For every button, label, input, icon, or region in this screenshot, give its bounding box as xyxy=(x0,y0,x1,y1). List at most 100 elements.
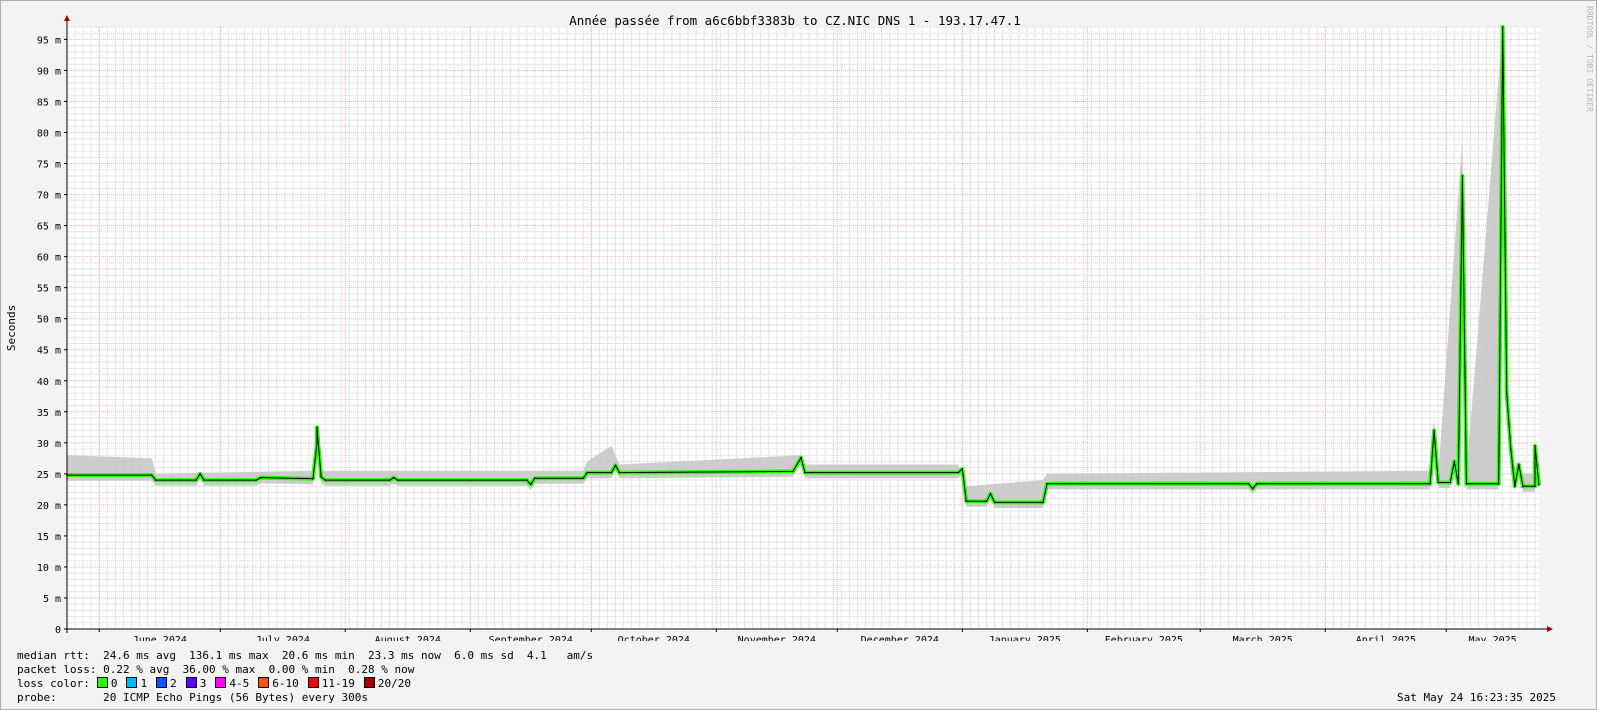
y-tick-label: 45 m xyxy=(37,346,61,357)
x-month-label: July 2024 xyxy=(256,635,310,641)
y-tick-label: 5 m xyxy=(43,594,61,605)
loss-color-swatch-label: 1 xyxy=(140,677,148,690)
median-point xyxy=(1518,463,1520,466)
median-rtt-stats: median rtt: 24.6 ms avg 136.1 ms max 20.… xyxy=(17,649,594,662)
x-month-label: November 2024 xyxy=(738,635,816,641)
rrdtool-watermark: RRDTOOL / TOBI OETIKER xyxy=(1585,6,1594,112)
median-point xyxy=(195,479,197,481)
median-point xyxy=(965,500,968,503)
x-month-label: February 2025 xyxy=(1105,635,1183,641)
median-point xyxy=(1497,483,1500,485)
median-point xyxy=(312,478,314,480)
x-month-label: December 2024 xyxy=(861,635,939,641)
loss-color-swatch xyxy=(363,677,375,688)
x-month-label: April 2025 xyxy=(1356,635,1416,641)
median-point xyxy=(1514,485,1516,488)
y-tick-label: 25 m xyxy=(37,470,61,481)
y-axis-arrow xyxy=(64,15,70,21)
median-point xyxy=(324,479,326,481)
loss-color-swatch-label: 6-10 xyxy=(272,677,299,690)
median-point xyxy=(1042,501,1044,504)
x-month-label: March 2025 xyxy=(1233,635,1293,641)
y-tick-label: 75 m xyxy=(37,160,61,171)
median-point xyxy=(203,479,205,481)
x-month-label: May 2025 xyxy=(1469,635,1517,641)
x-axis-month-labels: June 2024 July 2024 August 2024 September 2… xyxy=(133,635,1517,641)
y-tick-label: 60 m xyxy=(37,253,61,264)
loss-color-swatch xyxy=(215,677,227,688)
median-point xyxy=(392,476,395,479)
median-point xyxy=(586,471,588,474)
y-tick-label: 65 m xyxy=(37,222,61,233)
loss-color-swatch xyxy=(96,677,108,688)
median-point xyxy=(154,479,157,481)
median-point xyxy=(582,477,584,480)
median-point xyxy=(985,500,988,503)
loss-color-swatch xyxy=(156,677,168,688)
y-tick-label: 0 xyxy=(55,625,61,636)
smokeping-graph: 0 5 m 10 m 15 m 20 m 25 m 30 m 35 m 40 m 45 m 50 m… xyxy=(0,0,1597,710)
median-point xyxy=(199,473,201,475)
probe-info: probe: 20 ICMP Echo Pings (56 Bytes) eve… xyxy=(17,691,368,704)
median-point xyxy=(610,471,613,474)
y-tick-label: 40 m xyxy=(37,377,61,388)
y-tick-label: 55 m xyxy=(37,284,61,295)
loss-color-label: loss color: xyxy=(17,677,90,690)
median-point xyxy=(1534,485,1536,488)
y-axis-tick-labels: 0 5 m 10 m 15 m 20 m 25 m 30 m 35 m 40 m 45 m 50 m… xyxy=(37,35,61,636)
x-month-label: October 2024 xyxy=(618,635,690,641)
y-axis-label: Seconds xyxy=(5,305,18,351)
median-point xyxy=(989,492,992,495)
x-month-label: January 2025 xyxy=(989,635,1061,641)
median-point xyxy=(1510,448,1512,450)
median-point xyxy=(1433,429,1435,432)
median-point xyxy=(396,479,399,481)
y-tick-label: 70 m xyxy=(37,191,61,202)
median-point xyxy=(1501,26,1504,28)
median-point xyxy=(255,479,258,481)
loss-color-swatch xyxy=(307,677,319,688)
loss-color-swatch-label: 11-19 xyxy=(321,677,355,690)
loss-color-items: 0 1 2 3 4-5 6-10 11-19 20/20 xyxy=(90,677,413,690)
median-point xyxy=(1465,483,1468,485)
x-month-label: August 2024 xyxy=(375,635,441,641)
loss-color-swatch-label: 3 xyxy=(199,677,207,690)
loss-color-swatch xyxy=(185,677,197,688)
chart-title: Année passée from a6c6bbf3383b to CZ.NIC… xyxy=(569,13,1021,28)
y-tick-label: 90 m xyxy=(37,66,61,77)
median-point xyxy=(1251,487,1254,490)
median-point xyxy=(530,483,532,486)
y-tick-label: 85 m xyxy=(37,97,61,108)
x-axis-arrow xyxy=(1547,626,1553,632)
median-point xyxy=(792,470,794,473)
median-point xyxy=(1449,481,1452,484)
y-tick-label: 80 m xyxy=(37,129,61,140)
median-point xyxy=(1538,484,1540,486)
y-tick-label: 15 m xyxy=(37,532,61,543)
y-tick-label: 20 m xyxy=(37,501,61,512)
median-point xyxy=(1461,175,1464,177)
median-point xyxy=(993,501,996,504)
y-tick-label: 50 m xyxy=(37,315,61,326)
median-point xyxy=(534,477,536,480)
median-point xyxy=(1046,483,1048,485)
median-point xyxy=(1453,460,1456,463)
loss-color-swatch-label: 20/20 xyxy=(377,677,411,690)
loss-color-legend: loss color: 0 1 2 3 4-5 6-10 11-19 20/20 xyxy=(17,677,413,690)
median-point xyxy=(1255,483,1258,485)
median-point xyxy=(388,479,391,481)
y-tick-label: 10 m xyxy=(37,563,61,574)
loss-color-swatch-label: 2 xyxy=(170,677,177,690)
loss-color-swatch-label: 4-5 xyxy=(229,677,250,690)
median-point xyxy=(1437,481,1439,484)
loss-color-swatch xyxy=(126,677,138,688)
median-point xyxy=(1505,392,1508,395)
median-point xyxy=(957,471,960,474)
y-tick-label: 95 m xyxy=(37,35,61,46)
median-point xyxy=(961,468,964,470)
timestamp: Sat May 24 16:23:35 2025 xyxy=(1397,691,1556,704)
latency-chart: 0 5 m 10 m 15 m 20 m 25 m 30 m 35 m 40 m 45 m 50 m… xyxy=(5,6,1594,641)
median-point xyxy=(320,476,322,478)
median-point xyxy=(1247,483,1250,485)
median-point xyxy=(1522,485,1524,488)
